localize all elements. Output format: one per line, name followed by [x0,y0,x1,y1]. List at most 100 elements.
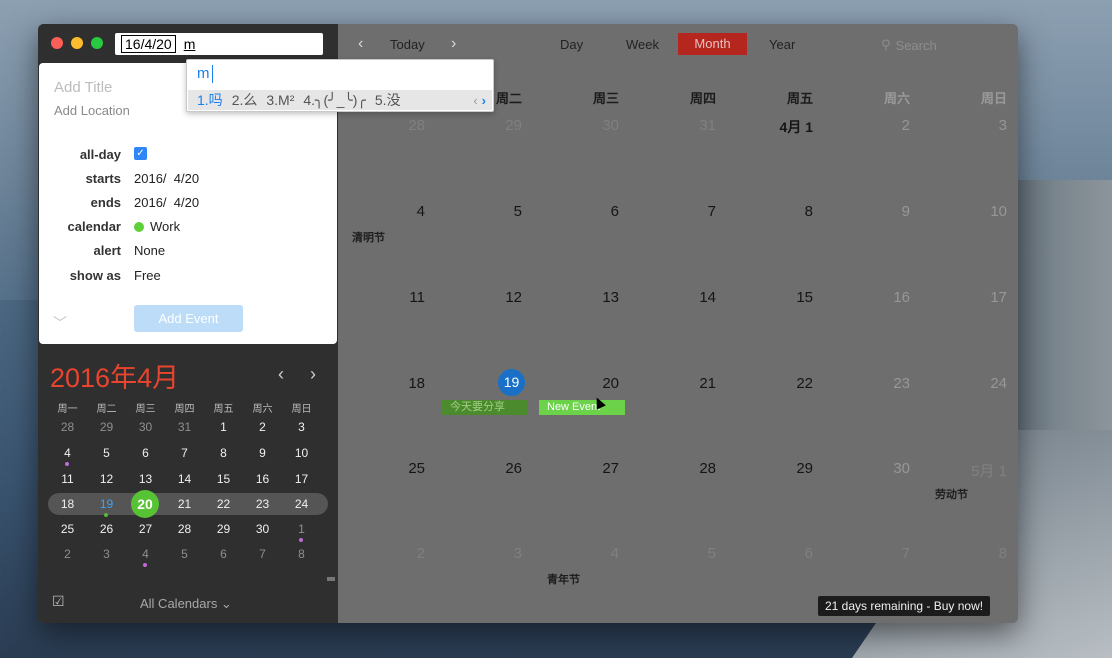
day-cell[interactable]: 10 [920,203,1017,220]
minimize-window-button[interactable] [71,37,83,49]
day-cell[interactable]: 5 [435,203,532,220]
event-new[interactable]: New Event [539,400,625,415]
starts-value[interactable]: 2016/ 4/20 [134,171,199,186]
mini-day-cell[interactable]: 5 [87,443,126,463]
mini-day-cell[interactable]: 30 [243,519,282,539]
mini-day-cell[interactable]: 2 [243,417,282,437]
prev-period-icon[interactable]: ‹ [358,35,363,53]
sidebar-scroll-indicator[interactable] [327,577,335,581]
mini-prev-month-icon[interactable]: ‹ [278,364,284,385]
day-cell[interactable]: 4 [338,203,435,220]
ime-next-page-icon[interactable]: › [482,93,486,108]
day-cell[interactable]: 24 [920,375,1017,392]
mini-day-cell[interactable]: 9 [243,443,282,463]
mini-day-cell[interactable]: 4 [126,544,165,564]
close-window-button[interactable] [51,37,63,49]
day-cell[interactable]: 14 [629,289,726,306]
day-cell[interactable]: 3 [920,117,1017,134]
day-cell[interactable]: 31 [629,117,726,134]
showas-select[interactable]: Free [134,268,161,283]
ime-prev-page-icon[interactable]: ‹ [473,93,477,108]
day-cell[interactable]: 6 [726,545,823,562]
day-cell[interactable]: 29 [435,117,532,134]
mini-day-cell[interactable]: 11 [48,469,87,489]
day-cell[interactable]: 4 [532,545,629,562]
day-cell[interactable]: 27 [532,460,629,477]
day-cell[interactable]: 18 [338,375,435,392]
day-cell[interactable]: 26 [435,460,532,477]
day-cell[interactable]: 7 [629,203,726,220]
all-calendars-dropdown[interactable]: All Calendars ⌄ [140,596,232,612]
today-marker[interactable]: 19 [498,369,525,396]
allday-checkbox[interactable]: ✓ [134,147,147,160]
day-cell[interactable]: 5 [629,545,726,562]
mini-day-cell[interactable]: 6 [204,544,243,564]
day-cell[interactable]: 16 [823,289,920,306]
mini-day-cell[interactable]: 12 [87,469,126,489]
day-cell[interactable]: 20 [532,375,629,392]
mini-day-cell[interactable]: 1 [204,417,243,437]
day-cell[interactable]: 8 [920,545,1017,562]
mini-day-cell[interactable]: 26 [87,519,126,539]
day-cell[interactable]: 13 [532,289,629,306]
mini-day-cell[interactable]: 29 [87,417,126,437]
mini-day-cell[interactable]: 3 [87,544,126,564]
mini-next-month-icon[interactable]: › [310,364,316,385]
day-cell[interactable]: 2 [823,117,920,134]
day-cell[interactable]: 30 [823,460,920,477]
expand-chevron-icon[interactable]: ﹀ [53,313,67,333]
tab-year[interactable]: Year [769,37,795,52]
mini-day-cell[interactable]: 7 [243,544,282,564]
ime-candidate[interactable]: 4.╮(╯_╰)╭ [303,92,366,109]
day-cell[interactable]: 29 [726,460,823,477]
next-period-icon[interactable]: › [451,35,456,53]
mini-day-cell[interactable]: 4 [48,443,87,463]
mini-day-cell[interactable]: 29 [204,519,243,539]
day-cell[interactable]: 2 [338,545,435,562]
mini-day-cell[interactable]: 28 [165,519,204,539]
day-cell[interactable]: 7 [823,545,920,562]
day-cell[interactable]: 28 [629,460,726,477]
mini-day-cell[interactable]: 23 [243,494,282,514]
day-cell[interactable]: 6 [532,203,629,220]
day-cell[interactable]: 25 [338,460,435,477]
mini-day-cell[interactable]: 2 [48,544,87,564]
day-cell[interactable]: 4月 1 [726,117,823,137]
day-cell[interactable]: 9 [823,203,920,220]
today-button[interactable]: Today [390,37,425,52]
maximize-window-button[interactable] [91,37,103,49]
day-cell[interactable]: 23 [823,375,920,392]
tab-week[interactable]: Week [626,37,659,52]
tab-month[interactable]: Month [678,33,747,55]
mini-day-cell[interactable]: 16 [243,469,282,489]
day-cell[interactable]: 17 [920,289,1017,306]
add-event-button[interactable]: Add Event [134,305,243,332]
mini-day-cell[interactable]: 3 [282,417,321,437]
day-cell[interactable]: 12 [435,289,532,306]
day-cell[interactable]: 21 [629,375,726,392]
day-cell[interactable]: 11 [338,289,435,306]
ime-candidate[interactable]: 1.吗 [197,90,223,110]
mini-day-cell[interactable]: 20 [131,490,159,518]
event-share-today[interactable]: 今天要分享 [442,400,528,415]
mini-day-cell[interactable]: 5 [165,544,204,564]
mini-day-cell[interactable]: 14 [165,469,204,489]
quick-event-input[interactable]: 16/4/20 m [115,33,323,55]
mini-day-cell[interactable]: 8 [204,443,243,463]
mini-day-cell[interactable]: 25 [48,519,87,539]
day-cell[interactable]: 5月 1 [920,460,1017,481]
search-field[interactable]: ⚲ Search [881,37,937,53]
mini-day-cell[interactable]: 8 [282,544,321,564]
tab-day[interactable]: Day [560,37,583,52]
trial-buy-button[interactable]: 21 days remaining - Buy now! [818,596,991,616]
mini-day-cell[interactable]: 13 [126,469,165,489]
mini-day-cell[interactable]: 24 [282,494,321,514]
mini-day-cell[interactable]: 1 [282,519,321,539]
mini-day-cell[interactable]: 6 [126,443,165,463]
day-cell[interactable]: 3 [435,545,532,562]
mini-day-cell[interactable]: 22 [204,494,243,514]
mini-day-cell[interactable]: 19 [87,494,126,514]
mini-day-cell[interactable]: 27 [126,519,165,539]
event-title-field[interactable]: Add Title [54,79,112,96]
mini-day-cell[interactable]: 15 [204,469,243,489]
